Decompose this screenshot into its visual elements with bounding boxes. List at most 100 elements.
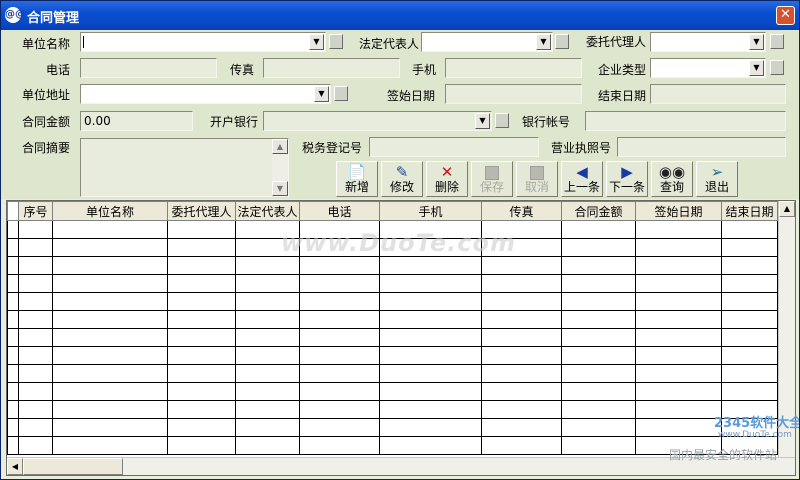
table-cell[interactable]	[18, 238, 53, 257]
table-cell[interactable]	[18, 400, 53, 419]
table-cell[interactable]	[379, 292, 482, 311]
table-cell[interactable]	[379, 436, 482, 455]
table-cell[interactable]	[481, 382, 562, 401]
end-date-field[interactable]	[650, 84, 786, 104]
table-cell[interactable]	[299, 328, 380, 347]
phone-field[interactable]	[80, 58, 217, 78]
agent-lookup-button[interactable]	[770, 34, 784, 49]
table-cell[interactable]	[481, 400, 562, 419]
table-cell[interactable]	[635, 238, 722, 257]
table-cell[interactable]	[721, 328, 778, 347]
table-cell[interactable]	[18, 256, 53, 275]
table-cell[interactable]	[167, 310, 236, 329]
table-cell[interactable]	[481, 328, 562, 347]
table-cell[interactable]	[167, 328, 236, 347]
table-cell[interactable]	[52, 310, 168, 329]
address-lookup-button[interactable]	[334, 86, 348, 101]
table-cell[interactable]	[167, 382, 236, 401]
table-cell[interactable]	[52, 274, 168, 293]
table-cell[interactable]	[635, 328, 722, 347]
table-cell[interactable]	[481, 346, 562, 365]
table-cell[interactable]	[299, 364, 380, 383]
summary-scrollbar[interactable]: ▲ ▼	[272, 139, 288, 196]
table-cell[interactable]	[635, 274, 722, 293]
table-cell[interactable]	[235, 310, 300, 329]
column-header-unit-name[interactable]: 单位名称	[52, 201, 168, 221]
table-cell[interactable]	[635, 220, 722, 239]
license-no-field[interactable]	[617, 137, 786, 157]
table-cell[interactable]	[299, 436, 380, 455]
bank-lookup-button[interactable]	[495, 113, 509, 128]
table-row[interactable]	[7, 256, 778, 275]
table-cell[interactable]	[52, 436, 168, 455]
bank-combo[interactable]	[263, 111, 492, 131]
table-cell[interactable]	[167, 274, 236, 293]
table-cell[interactable]	[561, 382, 636, 401]
table-cell[interactable]	[561, 238, 636, 257]
table-cell[interactable]	[299, 400, 380, 419]
table-cell[interactable]	[52, 256, 168, 275]
row-indicator-cell[interactable]	[7, 238, 19, 257]
sign-date-field[interactable]	[445, 84, 582, 104]
table-cell[interactable]	[18, 436, 53, 455]
table-cell[interactable]	[379, 274, 482, 293]
table-row[interactable]	[7, 382, 778, 401]
table-cell[interactable]	[635, 292, 722, 311]
table-cell[interactable]	[481, 292, 562, 311]
row-indicator-cell[interactable]	[7, 292, 19, 311]
table-cell[interactable]	[481, 310, 562, 329]
prev-record-button[interactable]: ◀ 上一条	[561, 161, 603, 197]
table-cell[interactable]	[635, 346, 722, 365]
row-indicator-cell[interactable]	[7, 220, 19, 239]
table-cell[interactable]	[721, 220, 778, 239]
table-cell[interactable]	[635, 364, 722, 383]
table-cell[interactable]	[235, 382, 300, 401]
row-indicator-cell[interactable]	[7, 436, 19, 455]
exit-button[interactable]: ➢ 退出	[696, 161, 738, 197]
table-cell[interactable]	[481, 436, 562, 455]
table-cell[interactable]	[52, 400, 168, 419]
horizontal-scroll-thumb[interactable]	[23, 458, 123, 475]
table-cell[interactable]	[721, 346, 778, 365]
table-cell[interactable]	[167, 364, 236, 383]
table-cell[interactable]	[561, 292, 636, 311]
table-cell[interactable]	[379, 256, 482, 275]
table-cell[interactable]	[721, 256, 778, 275]
table-cell[interactable]	[52, 418, 168, 437]
table-cell[interactable]	[235, 256, 300, 275]
table-cell[interactable]	[635, 310, 722, 329]
scroll-left-icon[interactable]: ◀	[7, 458, 23, 475]
row-indicator-cell[interactable]	[7, 274, 19, 293]
table-cell[interactable]	[561, 328, 636, 347]
table-cell[interactable]	[52, 292, 168, 311]
column-header-end-date[interactable]: 结束日期	[721, 201, 778, 221]
table-cell[interactable]	[235, 328, 300, 347]
row-indicator-cell[interactable]	[7, 328, 19, 347]
legal-rep-dropdown-button[interactable]: ▼	[536, 34, 551, 50]
tax-no-field[interactable]	[369, 137, 539, 157]
table-cell[interactable]	[18, 274, 53, 293]
row-indicator-cell[interactable]	[7, 310, 19, 329]
table-cell[interactable]	[721, 292, 778, 311]
scroll-down-icon[interactable]: ▼	[272, 181, 288, 196]
table-row[interactable]	[7, 328, 778, 347]
table-cell[interactable]	[18, 292, 53, 311]
table-cell[interactable]	[481, 418, 562, 437]
table-cell[interactable]	[561, 256, 636, 275]
scroll-up-icon[interactable]: ▲	[779, 201, 795, 217]
scroll-up-icon[interactable]: ▲	[272, 139, 288, 154]
table-cell[interactable]	[52, 220, 168, 239]
table-cell[interactable]	[379, 364, 482, 383]
table-cell[interactable]	[18, 220, 53, 239]
table-row[interactable]	[7, 400, 778, 419]
table-cell[interactable]	[481, 274, 562, 293]
unit-name-lookup-button[interactable]	[329, 34, 343, 49]
table-cell[interactable]	[561, 418, 636, 437]
table-cell[interactable]	[481, 364, 562, 383]
table-cell[interactable]	[561, 220, 636, 239]
company-type-dropdown-button[interactable]: ▼	[749, 60, 764, 76]
table-cell[interactable]	[52, 328, 168, 347]
column-header-fax[interactable]: 传真	[481, 201, 562, 221]
table-cell[interactable]	[561, 436, 636, 455]
table-cell[interactable]	[235, 436, 300, 455]
